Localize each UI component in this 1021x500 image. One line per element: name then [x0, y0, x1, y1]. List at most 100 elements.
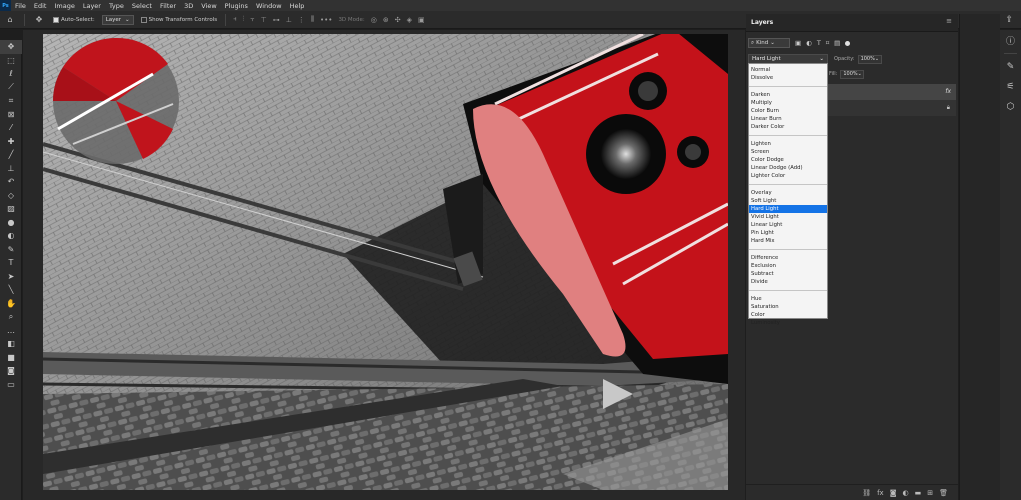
gradient-tool-icon[interactable]: ▨ — [0, 202, 22, 216]
blend-option[interactable]: Dissolve — [749, 74, 827, 82]
brush-tool-icon[interactable]: ╱ — [0, 148, 22, 162]
blend-option[interactable]: Difference — [749, 254, 827, 262]
show-transform-checkbox[interactable]: Show Transform Controls — [140, 16, 217, 23]
align-vcenter-icon[interactable]: ⊶ — [273, 16, 280, 24]
fill-input[interactable]: 100% ⌄ — [840, 69, 865, 79]
canvas-area[interactable] — [23, 30, 745, 500]
blend-option[interactable]: Vivid Light — [749, 213, 827, 221]
distribute-icon[interactable]: ⋮ — [298, 16, 305, 24]
eraser-tool-icon[interactable]: ◇ — [0, 189, 22, 203]
blend-option[interactable]: Divide — [749, 278, 827, 286]
screen-mode-icon[interactable]: ▭ — [0, 378, 22, 392]
eyedropper-tool-icon[interactable]: ⁄ — [0, 121, 22, 135]
align-left-icon[interactable]: ⫞ — [233, 15, 237, 24]
blend-option[interactable]: Soft Light — [749, 197, 827, 205]
blend-option[interactable]: Color Burn — [749, 107, 827, 115]
edit-toolbar-icon[interactable]: … — [0, 324, 22, 338]
lasso-tool-icon[interactable]: ℓ — [0, 67, 22, 81]
hand-tool-icon[interactable]: ✋ — [0, 297, 22, 311]
blend-option[interactable]: Saturation — [749, 303, 827, 311]
canvas-image[interactable] — [43, 34, 728, 490]
quick-select-tool-icon[interactable]: ⟋ — [0, 81, 22, 95]
home-icon[interactable]: ⌂ — [3, 13, 17, 27]
3d-slide-icon[interactable]: ◈ — [407, 16, 412, 24]
blend-option-selected[interactable]: Hard Light — [749, 205, 827, 213]
filter-toggle-icon[interactable] — [845, 40, 851, 46]
auto-select-checkbox[interactable]: Auto-Select: — [53, 16, 95, 23]
3d-pan-icon[interactable]: ✣ — [395, 16, 401, 24]
type-filter-icon[interactable]: T — [817, 39, 821, 47]
zoom-tool-icon[interactable]: ⌕ — [0, 310, 22, 324]
link-layers-icon[interactable]: ⛓ — [862, 489, 871, 497]
color-swatches-icon[interactable]: ◧ — [0, 337, 22, 351]
align-bottom-icon[interactable]: ⊥ — [286, 16, 292, 24]
layer-fx-badge[interactable]: fx — [945, 88, 951, 95]
menu-select[interactable]: Select — [128, 2, 156, 10]
blend-option[interactable]: Hue — [749, 295, 827, 303]
layer-row-selected[interactable]: fx — [828, 84, 956, 100]
blend-option[interactable]: Screen — [749, 148, 827, 156]
shape-filter-icon[interactable]: ⌑ — [826, 39, 829, 47]
blend-option[interactable]: Overlay — [749, 189, 827, 197]
blend-option[interactable]: Darker Color — [749, 123, 827, 131]
blend-option[interactable]: Color — [749, 311, 827, 319]
auto-select-target-dropdown[interactable]: Layer ⌄ — [101, 14, 134, 25]
color-swatches-icon-2[interactable]: ■ — [0, 351, 22, 365]
line-tool-icon[interactable]: ╲ — [0, 283, 22, 297]
marquee-tool-icon[interactable]: ⬚ — [0, 54, 22, 68]
blend-option[interactable]: Pin Light — [749, 229, 827, 237]
delete-layer-icon[interactable]: 🗑︎ — [939, 489, 948, 497]
tab-layers[interactable]: Layers — [751, 19, 773, 26]
crop-tool-icon[interactable]: ⌗ — [0, 94, 22, 108]
menu-filter[interactable]: Filter — [156, 2, 180, 10]
panel-menu-icon[interactable]: ≡ — [946, 17, 952, 25]
pen-tool-icon[interactable]: ✎ — [0, 243, 22, 257]
new-layer-icon[interactable]: ⊞ — [927, 489, 933, 497]
filter-kind-dropdown[interactable]: ⌕ Kind ⌄ — [748, 38, 790, 48]
blend-option[interactable]: Lighter Color — [749, 172, 827, 180]
share-icon[interactable]: ⇪ — [1005, 15, 1013, 25]
brush-settings-icon[interactable]: ✎ — [1000, 57, 1021, 77]
libraries-icon[interactable]: ⬡ — [1000, 97, 1021, 117]
move-tool-icon[interactable]: ✥ — [0, 40, 22, 54]
path-select-tool-icon[interactable]: ➤ — [0, 270, 22, 284]
blend-option[interactable]: Luminosity — [749, 319, 827, 327]
blend-option[interactable]: Hard Mix — [749, 237, 827, 245]
healing-brush-tool-icon[interactable]: ✚ — [0, 135, 22, 149]
distribute-spacing-icon[interactable]: ⫼ — [311, 15, 314, 24]
layer-row-background[interactable]: 🔒︎ — [828, 100, 956, 116]
align-top-icon[interactable]: ⊤ — [261, 16, 267, 24]
move-tool-icon[interactable]: ✥ — [32, 13, 46, 27]
frame-tool-icon[interactable]: ⊠ — [0, 108, 22, 122]
align-right-icon[interactable]: ⫟ — [250, 15, 254, 24]
align-hcenter-icon[interactable]: ⫶ — [243, 15, 245, 24]
adjustment-layer-icon[interactable]: ◐ — [903, 489, 909, 497]
clone-stamp-tool-icon[interactable]: ⊥ — [0, 162, 22, 176]
blend-option[interactable]: Multiply — [749, 99, 827, 107]
blend-option[interactable]: Linear Light — [749, 221, 827, 229]
blend-option[interactable]: Color Dodge — [749, 156, 827, 164]
menu-file[interactable]: File — [11, 2, 30, 10]
info-icon[interactable]: ⓘ — [1000, 30, 1021, 50]
history-brush-tool-icon[interactable]: ↶ — [0, 175, 22, 189]
adjustment-filter-icon[interactable]: ◐ — [806, 39, 812, 47]
menu-view[interactable]: View — [197, 2, 220, 10]
menu-layer[interactable]: Layer — [79, 2, 105, 10]
menu-type[interactable]: Type — [105, 2, 128, 10]
3d-scale-icon[interactable]: ▣ — [418, 16, 425, 24]
blend-option[interactable]: Exclusion — [749, 262, 827, 270]
menu-plugins[interactable]: Plugins — [221, 2, 252, 10]
3d-roll-icon[interactable]: ⊛ — [383, 16, 389, 24]
menu-image[interactable]: Image — [50, 2, 78, 10]
opacity-input[interactable]: 100% ⌄ — [857, 54, 882, 64]
blend-option[interactable]: Subtract — [749, 270, 827, 278]
blend-option[interactable]: Linear Burn — [749, 115, 827, 123]
menu-edit[interactable]: Edit — [30, 2, 51, 10]
photoshop-logo[interactable]: Ps — [0, 0, 11, 11]
new-group-icon[interactable]: ▬ — [915, 489, 922, 497]
more-options-icon[interactable]: ••• — [320, 16, 332, 24]
smart-object-filter-icon[interactable]: ▤ — [834, 39, 840, 47]
type-tool-icon[interactable]: T — [0, 256, 22, 270]
fx-icon[interactable]: fx — [877, 489, 884, 497]
blend-option[interactable]: Linear Dodge (Add) — [749, 164, 827, 172]
